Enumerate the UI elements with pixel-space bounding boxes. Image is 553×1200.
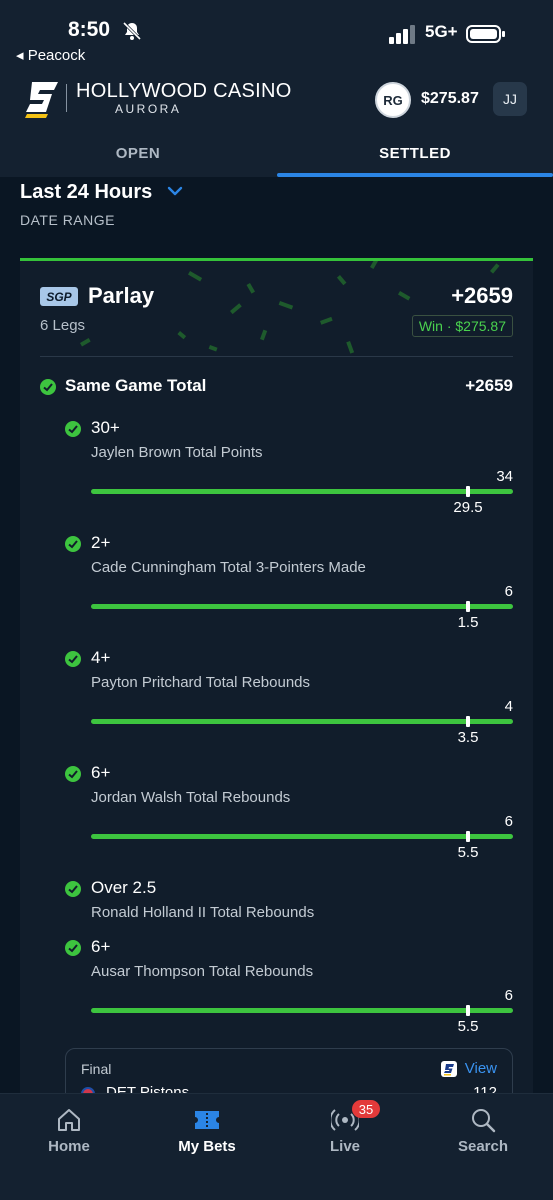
leg-description: Payton Pritchard Total Rebounds	[91, 674, 311, 691]
check-circle-icon	[40, 379, 56, 395]
date-range-label: DATE RANGE	[20, 212, 115, 228]
leg-pick: 6+	[91, 763, 111, 782]
leg-description: Cade Cunningham Total 3-Pointers Made	[91, 559, 366, 576]
leg-line-value: 5.5	[457, 844, 479, 861]
nav-search[interactable]: Search	[414, 1094, 552, 1174]
home-icon	[58, 1109, 80, 1131]
leg-pick: 6+	[91, 937, 111, 956]
leg-description: Jordan Walsh Total Rebounds	[91, 789, 291, 806]
search-icon	[472, 1109, 496, 1133]
card-divider	[40, 356, 513, 357]
check-circle-icon	[65, 421, 81, 437]
nav-home-label: Home	[48, 1138, 90, 1155]
leg-actual-value: 6	[504, 583, 513, 600]
leg-pick: 30+	[91, 418, 120, 437]
nav-live[interactable]: 35 Live	[276, 1094, 414, 1174]
same-game-group-odds: +2659	[465, 376, 513, 395]
clock: 8:50	[68, 18, 111, 41]
check-circle-icon	[65, 766, 81, 782]
live-count-badge: 35	[352, 1100, 380, 1118]
tab-settled[interactable]: SETTLED	[277, 130, 553, 177]
bets-tabs: OPEN SETTLED	[0, 130, 553, 177]
user-avatar[interactable]: JJ	[493, 82, 527, 116]
leg-line-marker	[466, 716, 470, 727]
nav-search-label: Search	[457, 1138, 509, 1155]
date-range-selector[interactable]: Last 24 Hours	[20, 181, 152, 204]
leg-line-marker	[466, 601, 470, 612]
bet-odds: +2659	[451, 283, 513, 308]
sgp-badge: SGP	[40, 287, 78, 306]
leg-description: Ausar Thompson Total Rebounds	[91, 963, 314, 980]
app-header: HOLLYWOOD CASINO AURORA RG $275.87 JJ	[0, 70, 553, 130]
leg-actual-value: 4	[504, 698, 513, 715]
leg-description: Ronald Holland II Total Rebounds	[91, 904, 315, 921]
casino-location: AURORA	[115, 102, 182, 116]
leg-line-value: 1.5	[457, 614, 479, 631]
leg-actual-value: 6	[504, 987, 513, 1004]
logo-divider	[66, 84, 67, 112]
battery-icon	[466, 25, 505, 43]
legs-count: 6 Legs	[40, 317, 86, 334]
leg-line-value: 5.5	[457, 1018, 479, 1035]
leg-line-marker	[466, 1005, 470, 1016]
bet-card[interactable]: SGP Parlay +2659 6 Legs Win · $275.87 Sa…	[20, 258, 533, 1100]
same-game-group-title: Same Game Total	[65, 376, 207, 395]
check-circle-icon	[65, 651, 81, 667]
leg-pick: 4+	[91, 648, 111, 667]
bet-type: Parlay	[88, 283, 155, 308]
leg-line-value: 3.5	[457, 729, 479, 746]
view-game-link[interactable]: View	[465, 1060, 497, 1077]
leg-line-value: 29.5	[453, 499, 483, 516]
active-tab-indicator	[277, 173, 553, 177]
leg-progress-bar	[91, 1008, 513, 1013]
leg-actual-value: 6	[504, 813, 513, 830]
check-circle-icon	[65, 881, 81, 897]
sportsbook-logo-icon[interactable]	[441, 1061, 457, 1077]
leg-pick: 2+	[91, 533, 111, 552]
leg-line-marker	[466, 831, 470, 842]
confetti-decoration	[79, 261, 500, 354]
ticket-icon	[195, 1111, 219, 1129]
win-result-badge: Win · $275.87	[411, 315, 513, 337]
leg-progress-bar	[91, 834, 513, 839]
nav-live-label: Live	[329, 1138, 360, 1155]
back-to-app-link[interactable]: ◂ Peacock	[16, 46, 85, 64]
leg-progress-bar	[91, 719, 513, 724]
status-bar: 8:50 ◂ Peacock 5G+	[0, 0, 553, 70]
bottom-navigation: Home My Bets 35 Live Search	[0, 1093, 553, 1200]
leg-progress-bar	[91, 604, 513, 609]
nav-home[interactable]: Home	[0, 1094, 138, 1174]
bell-muted-icon	[122, 21, 142, 41]
signal-icon	[389, 25, 415, 44]
leg-progress-bar	[91, 489, 513, 494]
leg-pick: Over 2.5	[91, 878, 157, 897]
nav-my-bets[interactable]: My Bets	[138, 1094, 276, 1174]
casino-name: HOLLYWOOD CASINO	[76, 80, 292, 102]
sportsbook-logo-icon[interactable]	[24, 78, 60, 118]
check-circle-icon	[65, 536, 81, 552]
leg-description: Jaylen Brown Total Points	[91, 444, 263, 461]
tab-open[interactable]: OPEN	[0, 130, 276, 177]
check-circle-icon	[65, 940, 81, 956]
leg-line-marker	[466, 486, 470, 497]
nav-my-bets-label: My Bets	[178, 1138, 236, 1155]
account-balance[interactable]: $275.87	[421, 90, 479, 108]
leg-actual-value: 34	[496, 468, 513, 485]
chevron-down-icon[interactable]	[166, 184, 184, 198]
game-status-label: Final	[81, 1061, 112, 1077]
responsible-gaming-badge[interactable]: RG	[375, 82, 411, 118]
network-type: 5G+	[425, 22, 458, 41]
